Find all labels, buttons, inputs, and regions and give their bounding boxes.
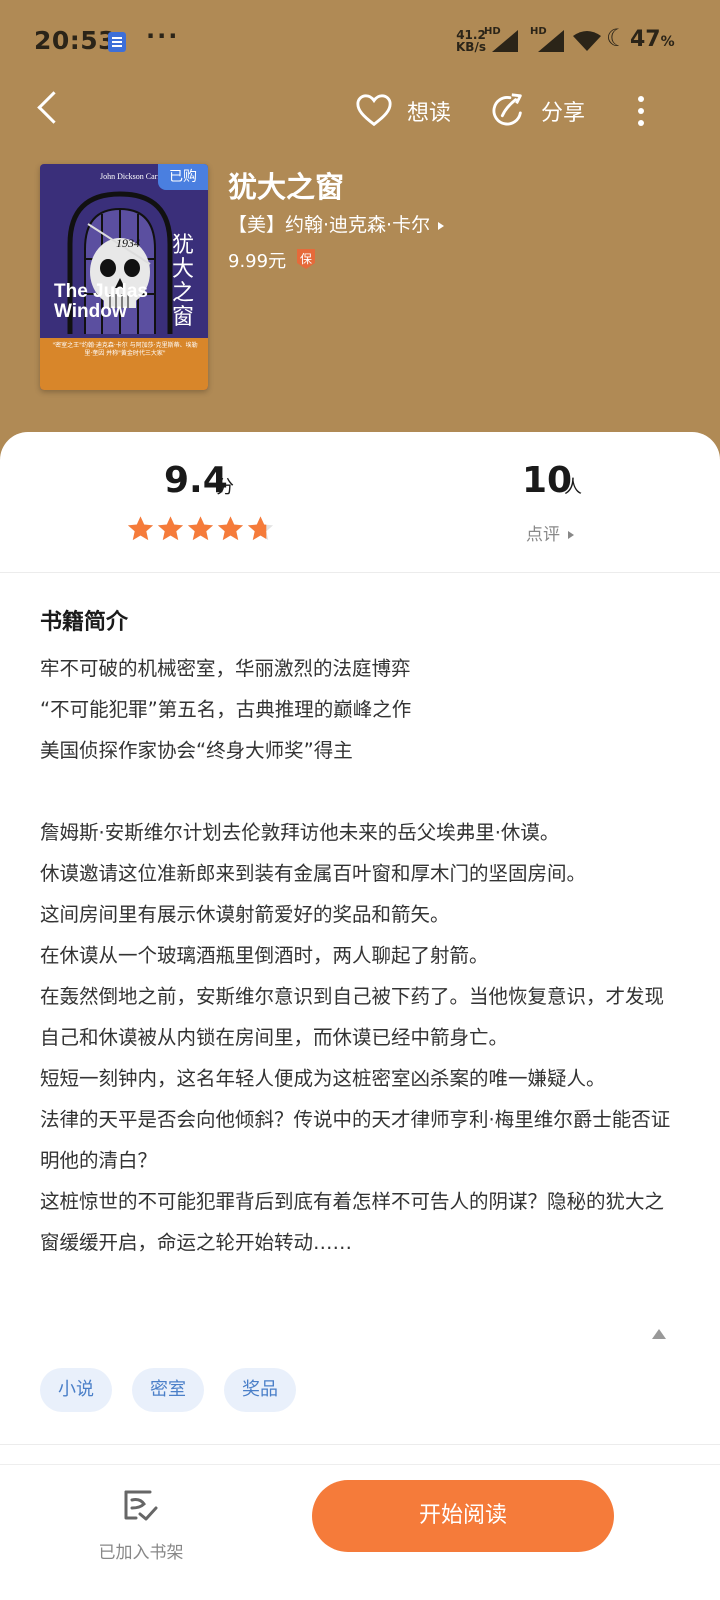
star-rating xyxy=(126,514,276,543)
more-options-button[interactable] xyxy=(626,92,656,132)
star-icon xyxy=(217,516,244,541)
want-read-button[interactable]: 想读 xyxy=(355,88,451,134)
shelf-check-icon xyxy=(124,1490,158,1521)
review-unit: 人 xyxy=(564,477,582,498)
intro-paragraph: 这间房间里有展示休谟射箭爱好的奖品和箭矢。 xyxy=(40,903,450,926)
tag-chip[interactable]: 奖品 xyxy=(224,1368,296,1412)
star-icon xyxy=(247,516,274,541)
intro-paragraph xyxy=(40,771,680,812)
book-price: 9.99元 xyxy=(228,251,287,272)
intro-paragraph: 在轰然倒地之前，安斯维尔意识到自己被下药了。当他恢复意识，才发现自己和休谟被从内… xyxy=(40,985,665,1049)
cover-author: John Dickson Carr xyxy=(100,172,160,181)
notification-icon xyxy=(108,32,126,52)
wifi-icon xyxy=(573,31,601,51)
battery-level: 47% xyxy=(630,27,675,52)
book-author-link[interactable]: 【美】约翰·迪克森·卡尔 xyxy=(228,210,444,237)
cover-blurb: "密室之王"约翰·迪克森·卡尔 与阿加莎·克里斯蒂、埃勒里·奎因 并称"黄金时代… xyxy=(52,342,198,357)
added-to-shelf-button[interactable]: 已加入书架 xyxy=(86,1486,186,1566)
status-more-indicator: ··· xyxy=(146,22,180,50)
signal-icon-sim1: HD xyxy=(484,26,518,52)
intro-paragraph: 詹姆斯·安斯维尔计划去伦敦拜访他未来的岳父埃弗里·休谟。 xyxy=(40,821,560,844)
book-cover[interactable]: John Dickson Carr 1934 犹大之窗 The Judas Wi… xyxy=(40,164,208,390)
share-label: 分享 xyxy=(541,101,586,126)
battery-unit: % xyxy=(660,34,675,50)
intro-paragraph: 休谟邀请这位准新郎来到装有金属百叶窗和厚木门的坚固房间。 xyxy=(40,862,587,885)
share-button[interactable]: 分享 xyxy=(489,88,585,134)
divider xyxy=(0,572,720,573)
divider xyxy=(0,1444,720,1445)
signal-icon-sim2: HD xyxy=(530,26,564,52)
back-button[interactable] xyxy=(28,88,72,132)
intro-paragraph: 牢不可破的机械密室，华丽激烈的法庭博弈 xyxy=(40,657,411,680)
start-reading-button[interactable]: 开始阅读 xyxy=(312,1480,614,1552)
shelf-label: 已加入书架 xyxy=(98,1543,184,1563)
intro-paragraph: 短短一刻钟内，这名年轻人便成为这桩密室凶杀案的唯一嫌疑人。 xyxy=(40,1067,606,1090)
status-time: 20:53 xyxy=(34,26,117,55)
intro-title: 书籍简介 xyxy=(40,610,129,635)
book-title: 犹大之窗 xyxy=(228,170,345,204)
net-speed: 41.2 KB/s xyxy=(456,29,486,53)
net-speed-unit: KB/s xyxy=(456,40,486,54)
status-bar: 20:53 ··· 41.2 KB/s HD HD ☾ 47% xyxy=(0,0,720,84)
star-icon xyxy=(127,516,154,541)
intro-paragraph: 法律的天平是否会向他倾斜？传说中的天才律师亨利·梅里维尔爵士能否证明他的清白？ xyxy=(40,1108,671,1172)
star-icon xyxy=(187,516,214,541)
share-icon xyxy=(492,93,522,126)
cover-title-cn: 犹大之窗 xyxy=(172,233,195,330)
purchased-badge: 已购 xyxy=(158,164,208,190)
do-not-disturb-icon: ☾ xyxy=(606,24,628,52)
intro-paragraph: 在休谟从一个玻璃酒瓶里倒酒时，两人聊起了射箭。 xyxy=(40,944,489,967)
tag-chip[interactable]: 小说 xyxy=(40,1368,112,1412)
intro-text: 牢不可破的机械密室，华丽激烈的法庭博弈 “不可能犯罪”第五名，古典推理的巅峰之作美… xyxy=(40,648,680,1263)
heart-icon xyxy=(356,94,392,127)
battery-value: 47 xyxy=(630,27,661,52)
rating-unit: 分 xyxy=(216,477,234,498)
intro-paragraph: 这桩惊世的不可能犯罪背后到底有着怎样不可告人的阴谋？隐秘的犹大之窗缓缓开启，命运… xyxy=(40,1190,665,1254)
want-read-label: 想读 xyxy=(407,101,452,126)
cover-title-en: The Judas Window xyxy=(54,281,148,322)
intro-paragraph: “不可能犯罪”第五名，古典推理的巅峰之作 xyxy=(40,698,412,721)
tag-chip[interactable]: 密室 xyxy=(132,1368,204,1412)
tag-list: 小说 密室 奖品 xyxy=(40,1368,316,1412)
star-icon xyxy=(157,516,184,541)
collapse-arrow-icon[interactable] xyxy=(652,1329,666,1339)
intro-paragraph: 美国侦探作家协会“终身大师奖”得主 xyxy=(40,739,353,762)
review-link[interactable]: 点评 xyxy=(526,520,574,545)
cover-year: 1934 xyxy=(116,236,140,250)
